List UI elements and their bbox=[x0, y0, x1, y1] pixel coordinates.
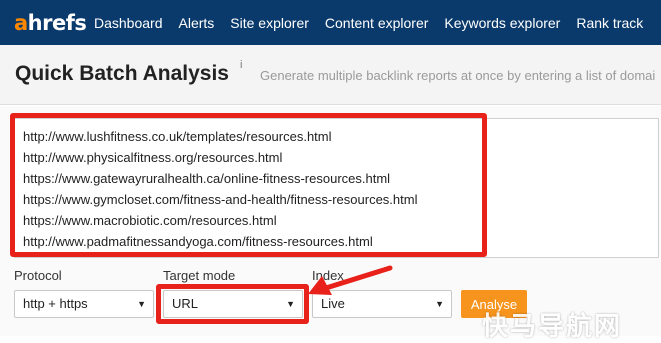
url-line: https://www.macrobiotic.com/resources.ht… bbox=[23, 213, 277, 228]
url-line: https://www.gymcloset.com/fitness-and-he… bbox=[23, 192, 418, 207]
nav-item-alerts[interactable]: Alerts bbox=[179, 15, 215, 31]
page-header: Quick Batch Analysis i Generate multiple… bbox=[0, 45, 661, 105]
url-list: http://www.lushfitness.co.uk/templates/r… bbox=[23, 126, 417, 252]
watermark-text: 快马导航网 bbox=[482, 312, 623, 342]
nav-item-content-explorer[interactable]: Content explorer bbox=[325, 15, 429, 31]
nav-item-rank-tracker[interactable]: Rank track bbox=[576, 15, 643, 31]
logo-letter-a: a bbox=[14, 10, 28, 35]
page-title: Quick Batch Analysis bbox=[15, 62, 229, 85]
protocol-select-value: http + https bbox=[23, 296, 88, 311]
arrow-shaft bbox=[323, 265, 393, 291]
url-line: https://www.gatewayruralhealth.ca/online… bbox=[23, 171, 391, 186]
url-line: http://www.lushfitness.co.uk/templates/r… bbox=[23, 129, 332, 144]
page-subtitle: Generate multiple backlink reports at on… bbox=[260, 68, 656, 83]
nav-menu: Dashboard Alerts Site explorer Content e… bbox=[94, 0, 643, 45]
top-navbar: ahrefs Dashboard Alerts Site explorer Co… bbox=[0, 0, 661, 45]
protocol-select[interactable]: http + https ▼ bbox=[14, 290, 154, 318]
annotation-arrow-icon bbox=[308, 265, 393, 295]
nav-item-dashboard[interactable]: Dashboard bbox=[94, 15, 163, 31]
protocol-label: Protocol bbox=[14, 268, 62, 283]
target-mode-select[interactable]: URL ▼ bbox=[163, 290, 303, 318]
info-icon[interactable]: i bbox=[240, 59, 242, 71]
url-line: http://www.physicalfitness.org/resources… bbox=[23, 150, 283, 165]
target-mode-select-value: URL bbox=[172, 296, 199, 311]
logo-text: hrefs bbox=[27, 10, 87, 35]
nav-item-keywords-explorer[interactable]: Keywords explorer bbox=[444, 15, 560, 31]
chevron-down-icon: ▼ bbox=[435, 299, 444, 309]
nav-item-site-explorer[interactable]: Site explorer bbox=[230, 15, 309, 31]
target-mode-label: Target mode bbox=[163, 268, 236, 283]
ahrefs-logo[interactable]: ahrefs bbox=[0, 11, 94, 35]
index-select-value: Live bbox=[321, 296, 345, 311]
url-line: http://www.padmafitnessandyoga.com/fitne… bbox=[23, 234, 373, 249]
chevron-down-icon: ▼ bbox=[286, 299, 295, 309]
chevron-down-icon: ▼ bbox=[137, 299, 146, 309]
